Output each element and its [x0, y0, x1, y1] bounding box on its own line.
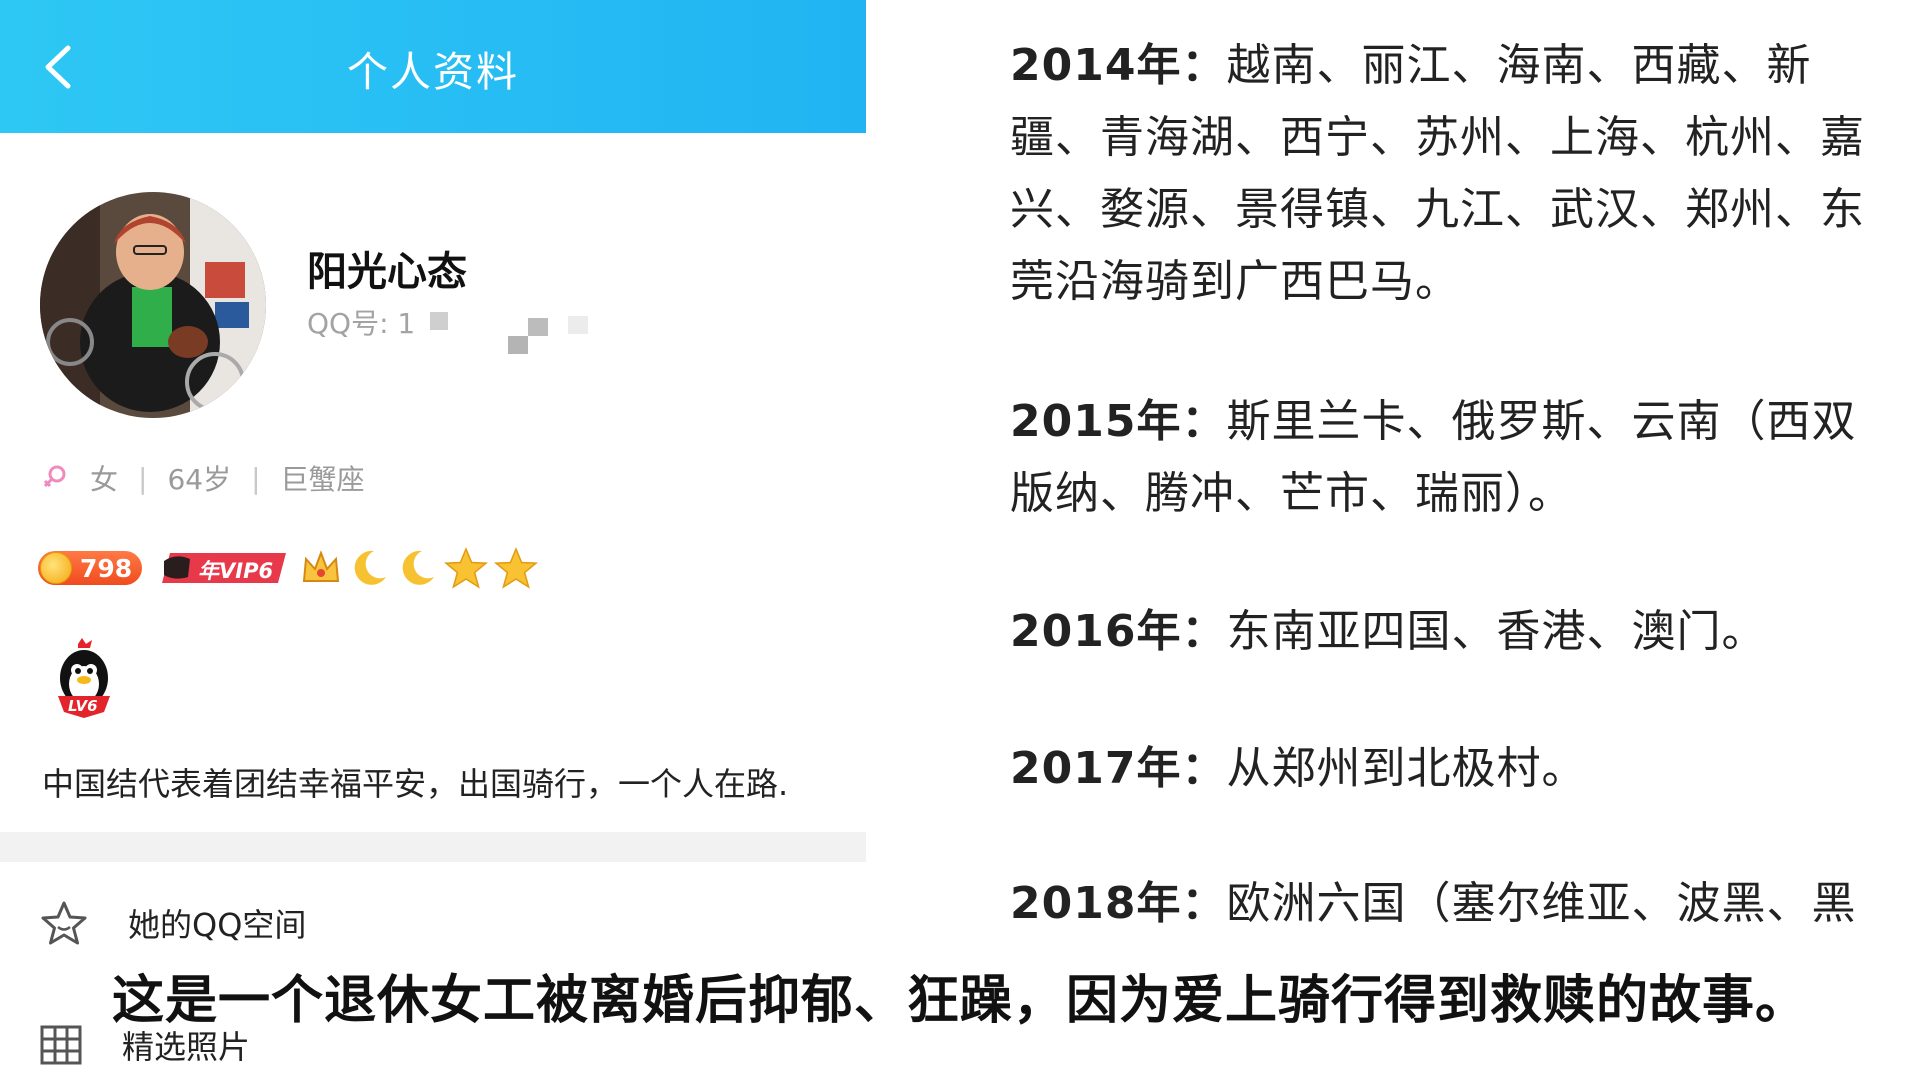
coin-icon	[40, 552, 72, 584]
travel-year: 2014年：	[1010, 40, 1227, 91]
female-icon	[43, 465, 66, 488]
travel-text: 从郑州到北极村。	[1226, 743, 1587, 794]
badge-row: 798 年VIP6	[38, 542, 544, 594]
menu-item-qzone[interactable]: 她的QQ空间	[40, 900, 306, 946]
travel-entry: 2015年：斯里兰卡、俄罗斯、云南（西双版纳、腾冲、芒市、瑞丽）。	[1010, 386, 1890, 530]
travel-year: 2015年：	[1010, 396, 1227, 447]
moon-icon	[354, 550, 386, 585]
avatar[interactable]	[40, 192, 266, 418]
star-icon	[444, 547, 488, 589]
menu-label-qzone: 她的QQ空间	[128, 906, 307, 944]
qq-number: QQ号: 1	[307, 302, 604, 354]
crown-icon	[302, 550, 340, 582]
qq-number-label: QQ号: 1	[307, 307, 416, 340]
age-text: 64岁	[167, 463, 232, 496]
section-divider	[0, 832, 866, 862]
travel-text: 东南亚四国、香港、澳门。	[1226, 606, 1767, 657]
profile-info-row: 女 | 64岁 | 巨蟹座	[42, 458, 365, 498]
nickname: 阳光心态	[307, 249, 467, 295]
qq-level-penguin-icon[interactable]: LV6	[48, 638, 120, 718]
travel-history: 2014年：越南、丽江、海南、西藏、新疆、青海湖、西宁、苏州、上海、杭州、嘉兴、…	[1010, 0, 1890, 1080]
gender-text: 女	[90, 463, 119, 496]
top-bar: 个人资料	[0, 0, 866, 133]
travel-year: 2017年：	[1010, 743, 1227, 794]
travel-year: 2016年：	[1010, 606, 1227, 657]
qq-number-mosaic	[424, 310, 604, 354]
travel-entry: 2014年：越南、丽江、海南、西藏、新疆、青海湖、西宁、苏州、上海、杭州、嘉兴、…	[1010, 30, 1890, 318]
video-subtitle: 这是一个退休女工被离婚后抑郁、狂躁，因为爱上骑行得到救赎的故事。	[111, 971, 1808, 1031]
profile-screen: 个人资料 阳光心态 QQ号: 1 女 | 64岁 | 巨蟹座 798 年VIP6…	[0, 0, 866, 1080]
travel-text: 欧洲六国（塞尔维亚、波黑、黑	[1226, 878, 1857, 929]
level-icons[interactable]	[300, 547, 544, 589]
level-label: LV6	[68, 697, 98, 715]
moon-icon	[402, 550, 434, 585]
travel-entry: 2017年：从郑州到北极村。	[1010, 733, 1890, 805]
travel-entry: 2016年：东南亚四国、香港、澳门。	[1010, 596, 1890, 668]
zodiac-text: 巨蟹座	[280, 463, 365, 496]
vip-badge[interactable]: 年VIP6	[162, 551, 286, 585]
travel-entry: 2018年：欧洲六国（塞尔维亚、波黑、黑	[1010, 868, 1890, 940]
star-outline-icon	[41, 901, 87, 945]
coin-count: 798	[80, 553, 133, 583]
travel-year: 2018年：	[1010, 878, 1227, 929]
star-icon	[494, 547, 538, 589]
coin-badge[interactable]: 798	[38, 551, 142, 585]
personal-signature: 中国结代表着团结幸福平安，出国骑行，一个人在路.	[42, 765, 789, 803]
page-title: 个人资料	[347, 48, 519, 96]
vip-label: 年VIP6	[198, 559, 274, 583]
